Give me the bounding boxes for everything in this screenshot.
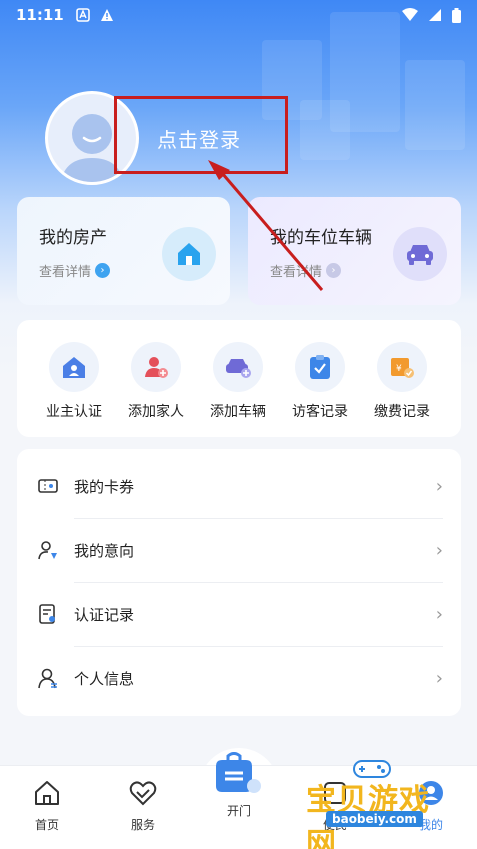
profile-icon bbox=[38, 668, 57, 689]
intention-icon bbox=[38, 541, 57, 560]
my-property-card[interactable]: 我的房产 查看详情 › bbox=[17, 197, 230, 305]
chevron-right-icon: › bbox=[435, 603, 443, 625]
action-owner-verify[interactable]: 业主认证 bbox=[34, 342, 114, 421]
chevron-right-icon: › bbox=[435, 667, 443, 689]
chevron-right-icon: › bbox=[95, 263, 111, 278]
owner-verify-icon bbox=[49, 342, 99, 392]
add-car-icon bbox=[213, 342, 263, 392]
action-label: 添加家人 bbox=[128, 404, 184, 420]
action-visitor-record[interactable]: 访客记录 bbox=[280, 342, 360, 421]
menu-item-label: 认证记录 bbox=[74, 605, 135, 624]
payment-record-icon: ¥ bbox=[377, 342, 427, 392]
menu-item-cert-record[interactable]: 认证记录 › bbox=[17, 582, 461, 646]
tab-label: 首页 bbox=[34, 818, 59, 832]
watermark-url: baobeiy.com bbox=[326, 811, 423, 827]
signal-icon bbox=[429, 9, 441, 21]
battery-icon bbox=[452, 7, 461, 23]
my-parking-vehicle-title: 我的车位车辆 bbox=[270, 228, 372, 248]
menu-list: 我的卡券 › 我的意向 › 认证记录 › 个人信息 › bbox=[17, 449, 461, 716]
menu-item-label: 个人信息 bbox=[74, 669, 135, 688]
menu-item-my-intention[interactable]: 我的意向 › bbox=[17, 518, 461, 582]
wifi-icon bbox=[402, 8, 418, 21]
tab-home[interactable]: 首页 bbox=[12, 778, 82, 833]
my-parking-vehicle-card[interactable]: 我的车位车辆 查看详情 › bbox=[248, 197, 461, 305]
visitor-record-icon bbox=[295, 342, 345, 392]
my-vehicle-details-link[interactable]: 查看详情 › bbox=[270, 261, 342, 280]
action-label: 访客记录 bbox=[292, 404, 348, 420]
open-door-icon bbox=[216, 752, 261, 793]
menu-item-label: 我的卡券 bbox=[74, 477, 135, 496]
action-add-family[interactable]: 添加家人 bbox=[116, 342, 196, 421]
notification-a-icon bbox=[75, 8, 90, 22]
coupon-icon bbox=[38, 479, 58, 493]
chevron-right-icon: › bbox=[435, 475, 443, 497]
tab-service[interactable]: 服务 bbox=[108, 778, 178, 833]
service-icon bbox=[129, 781, 157, 806]
annotation-highlight-box bbox=[114, 96, 288, 174]
action-add-car[interactable]: 添加车辆 bbox=[198, 342, 278, 421]
quick-actions-panel: 业主认证 添加家人 添加车辆 访客记录 ¥ 缴费记录 bbox=[17, 320, 461, 437]
tab-label: 服务 bbox=[130, 818, 155, 832]
menu-item-label: 我的意向 bbox=[74, 541, 135, 560]
my-property-details-label: 查看详情 bbox=[39, 265, 92, 280]
warning-icon bbox=[100, 9, 113, 21]
svg-text:¥: ¥ bbox=[396, 364, 402, 374]
action-label: 业主认证 bbox=[46, 404, 102, 420]
chevron-right-icon: › bbox=[326, 263, 342, 278]
home-icon bbox=[35, 781, 59, 805]
chevron-right-icon: › bbox=[435, 539, 443, 561]
menu-item-personal-info[interactable]: 个人信息 › bbox=[17, 646, 461, 710]
my-vehicle-details-label: 查看详情 bbox=[270, 265, 323, 280]
tab-open-door[interactable]: 开门 bbox=[204, 752, 274, 819]
car-icon bbox=[393, 227, 447, 281]
status-bar: 11:11 bbox=[0, 0, 477, 30]
action-label: 添加车辆 bbox=[210, 404, 266, 420]
menu-item-my-coupons[interactable]: 我的卡券 › bbox=[17, 454, 461, 518]
my-property-title: 我的房产 bbox=[39, 228, 107, 248]
add-family-icon bbox=[131, 342, 181, 392]
action-label: 缴费记录 bbox=[374, 404, 430, 420]
my-property-details-link[interactable]: 查看详情 › bbox=[39, 261, 111, 280]
cert-record-icon bbox=[39, 604, 55, 624]
status-time: 11:11 bbox=[16, 6, 64, 24]
tab-label: 开门 bbox=[226, 804, 251, 818]
action-payment-record[interactable]: ¥ 缴费记录 bbox=[362, 342, 442, 421]
house-icon bbox=[162, 227, 216, 281]
watermark: 宝贝游戏网 baobeiy.com bbox=[300, 760, 450, 849]
